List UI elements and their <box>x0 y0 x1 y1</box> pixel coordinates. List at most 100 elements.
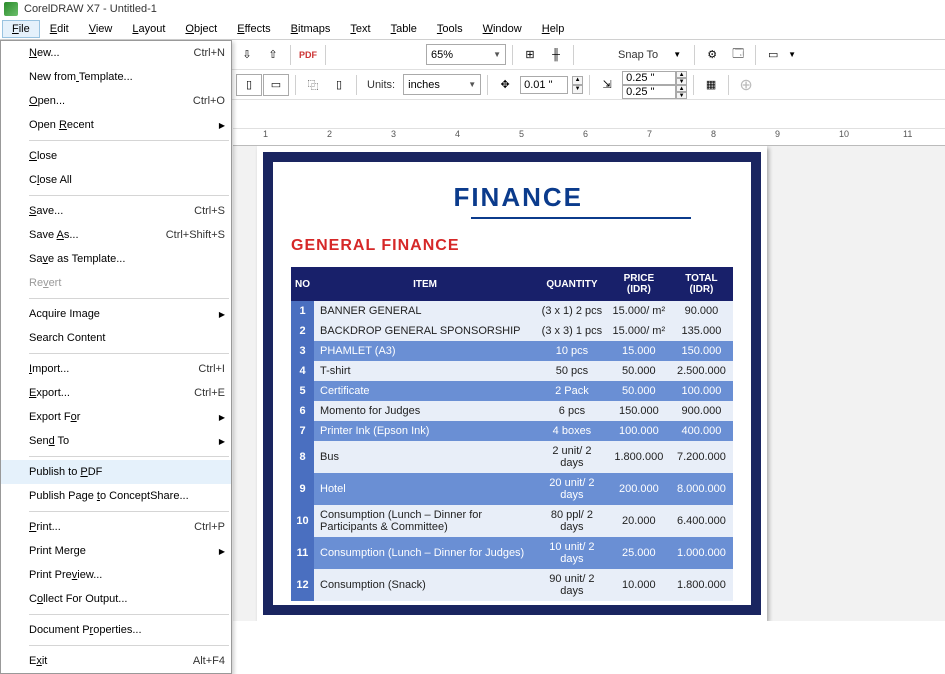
menu-layout[interactable]: Layout <box>122 20 175 38</box>
options-icon[interactable]: ⚙ <box>701 44 723 66</box>
cell-item: BACKDROP GENERAL SPONSORSHIP <box>314 321 536 341</box>
menu-item-publish-page-to-conceptshare[interactable]: Publish Page to ConceptShare... <box>1 484 231 508</box>
menu-item-save-as[interactable]: Save As...Ctrl+Shift+S <box>1 223 231 247</box>
menu-item-search-content[interactable]: Search Content <box>1 326 231 350</box>
menu-item-new[interactable]: New...Ctrl+N <box>1 41 231 65</box>
page-orientation-landscape[interactable]: ▭ <box>263 74 289 96</box>
separator <box>487 75 488 95</box>
menu-item-document-properties[interactable]: Document Properties... <box>1 618 231 642</box>
all-pages-icon[interactable]: ⿻ <box>302 74 324 96</box>
cell-total: 6.400.000 <box>670 505 733 537</box>
menu-item-close-all[interactable]: Close All <box>1 168 231 192</box>
menu-separator <box>29 456 229 457</box>
cell-qty: 2 Pack <box>536 381 608 401</box>
submenu-arrow-icon: ▶ <box>219 437 225 446</box>
cell-no: 2 <box>291 321 314 341</box>
cell-price: 25.000 <box>608 537 670 569</box>
menu-window[interactable]: Window <box>473 20 532 38</box>
cell-item: Certificate <box>314 381 536 401</box>
menu-bitmaps[interactable]: Bitmaps <box>281 20 341 38</box>
menu-item-open[interactable]: Open...Ctrl+O <box>1 89 231 113</box>
menu-item-close[interactable]: Close <box>1 144 231 168</box>
add-icon[interactable]: ⊕ <box>735 74 757 96</box>
menu-icon <box>5 44 23 62</box>
layout-icon[interactable]: ▭ <box>762 44 784 66</box>
menu-item-exit[interactable]: ExitAlt+F4 <box>1 649 231 673</box>
drawing-canvas[interactable]: FINANCE GENERAL FINANCE NOITEMQUANTITYPR… <box>233 146 945 621</box>
import-icon[interactable]: ⇩ <box>236 44 258 66</box>
menu-separator <box>29 140 229 141</box>
menu-item-label: Publish Page to ConceptShare... <box>29 490 225 502</box>
menu-object[interactable]: Object <box>175 20 227 38</box>
ruler-tick: 10 <box>839 129 849 139</box>
treat-as-filled-icon[interactable]: ▦ <box>700 74 722 96</box>
cell-item: Printer Ink (Epson Ink) <box>314 421 536 441</box>
menu-help[interactable]: Help <box>532 20 575 38</box>
page-orientation-portrait[interactable]: ▯ <box>236 74 262 96</box>
nudge-spinner[interactable]: ▲▼ <box>572 76 583 94</box>
nudge-icon[interactable]: ✥ <box>494 74 516 96</box>
table-row: 7Printer Ink (Epson Ink)4 boxes100.00040… <box>291 421 733 441</box>
menu-item-collect-for-output[interactable]: Collect For Output... <box>1 587 231 611</box>
cell-no: 1 <box>291 301 314 321</box>
duplicate-distance-icon[interactable]: ⇲ <box>596 74 618 96</box>
menu-item-label: Acquire Image <box>29 308 215 320</box>
nudge-input[interactable]: 0.01 " <box>520 76 568 94</box>
ruler-tick: 6 <box>583 129 588 139</box>
separator <box>325 45 326 65</box>
menu-item-label: Print Preview... <box>29 569 225 581</box>
menu-icon <box>5 542 23 560</box>
submenu-arrow-icon: ▶ <box>219 310 225 319</box>
snap-dropdown[interactable]: ▼ <box>666 44 688 66</box>
menu-item-send-to[interactable]: Send To▶ <box>1 429 231 453</box>
menu-file[interactable]: File <box>2 20 40 38</box>
cell-item: Bus <box>314 441 536 473</box>
horizontal-ruler[interactable]: 1234567891011 <box>233 128 945 146</box>
guides-icon[interactable]: ╫ <box>545 44 567 66</box>
menu-icon <box>5 463 23 481</box>
chevron-down-icon: ▼ <box>493 50 501 59</box>
menu-view[interactable]: View <box>79 20 123 38</box>
launch-icon[interactable]: 🗔 <box>727 44 749 66</box>
menu-item-acquire-image[interactable]: Acquire Image ▶ <box>1 302 231 326</box>
menu-item-publish-to-pdf[interactable]: Publish to PDF <box>1 460 231 484</box>
menu-item-new-from-template[interactable]: New from Template... <box>1 65 231 89</box>
menu-item-print-merge[interactable]: Print Merge▶ <box>1 539 231 563</box>
export-icon[interactable]: ⇧ <box>262 44 284 66</box>
cell-total: 135.000 <box>670 321 733 341</box>
menu-item-print[interactable]: Print...Ctrl+P <box>1 515 231 539</box>
document-page[interactable]: FINANCE GENERAL FINANCE NOITEMQUANTITYPR… <box>257 146 767 621</box>
ruler-tick: 9 <box>775 129 780 139</box>
dup-y-input[interactable]: 0.25 " <box>622 85 676 99</box>
menu-text[interactable]: Text <box>340 20 380 38</box>
menu-item-save-as-template[interactable]: Save as Template... <box>1 247 231 271</box>
cell-no: 5 <box>291 381 314 401</box>
menu-item-save[interactable]: Save...Ctrl+S <box>1 199 231 223</box>
menu-icon <box>5 250 23 268</box>
menu-effects[interactable]: Effects <box>227 20 280 38</box>
cell-price: 50.000 <box>608 361 670 381</box>
zoom-combo[interactable]: 65% ▼ <box>426 44 506 65</box>
cell-price: 1.800.000 <box>608 441 670 473</box>
menu-item-print-preview[interactable]: Print Preview... <box>1 563 231 587</box>
menu-tools[interactable]: Tools <box>427 20 473 38</box>
menu-item-label: Publish to PDF <box>29 466 225 478</box>
menu-item-export-for[interactable]: Export For▶ <box>1 405 231 429</box>
dup-x-input[interactable]: 0.25 " <box>622 71 676 85</box>
cell-price: 150.000 <box>608 401 670 421</box>
menu-item-open-recent[interactable]: Open Recent▶ <box>1 113 231 137</box>
cell-qty: 10 pcs <box>536 341 608 361</box>
current-page-icon[interactable]: ▯ <box>328 74 350 96</box>
menu-item-import[interactable]: Import...Ctrl+I <box>1 357 231 381</box>
menu-table[interactable]: Table <box>381 20 427 38</box>
menu-edit[interactable]: Edit <box>40 20 79 38</box>
cell-item: PHAMLET (A3) <box>314 341 536 361</box>
cell-total: 900.000 <box>670 401 733 421</box>
snap-to-label: Snap To <box>614 49 662 61</box>
cell-price: 15.000/ m² <box>608 321 670 341</box>
units-combo[interactable]: inches ▼ <box>403 74 481 95</box>
menu-item-revert[interactable]: Revert <box>1 271 231 295</box>
menu-item-export[interactable]: Export...Ctrl+E <box>1 381 231 405</box>
pdf-icon[interactable]: PDF <box>297 44 319 66</box>
snap-icon[interactable]: ⊞ <box>519 44 541 66</box>
